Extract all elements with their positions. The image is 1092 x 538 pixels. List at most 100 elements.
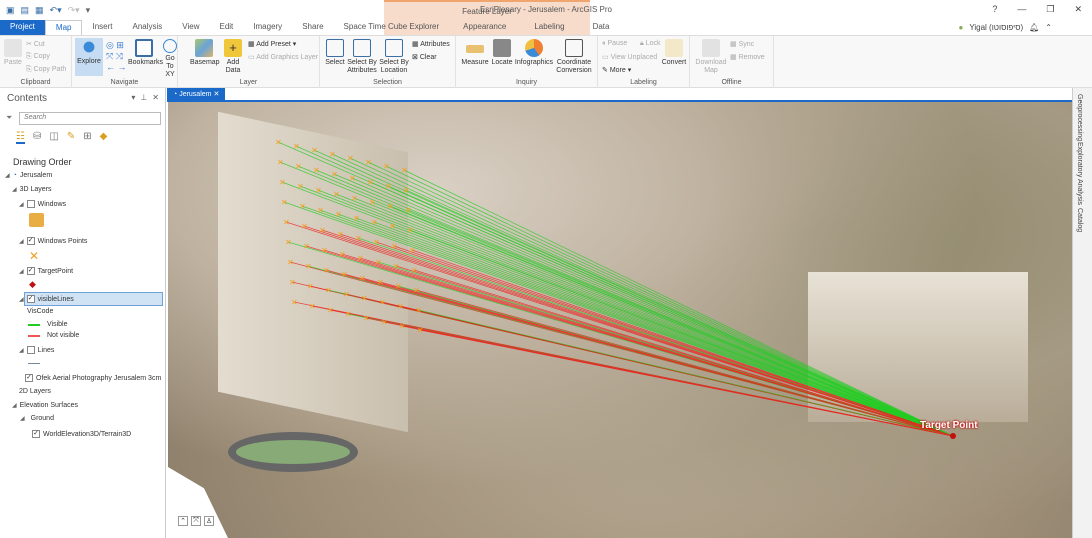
- lock-button[interactable]: 🔒︎ Lock: [640, 40, 660, 48]
- visible-sightline: [417, 309, 954, 437]
- layer-target-point[interactable]: ◢ ✓ TargetPoint: [19, 267, 73, 275]
- convert-button[interactable]: Convert: [660, 39, 688, 67]
- more-button[interactable]: ✎ More ▾: [602, 66, 631, 74]
- full-extent-icon[interactable]: ⤧: [191, 516, 201, 526]
- list-by-labeling-icon[interactable]: ◆: [100, 131, 108, 144]
- map-item-jerusalem[interactable]: ◢ ◔ Jerusalem: [5, 172, 52, 179]
- tab-data[interactable]: Data: [579, 20, 624, 35]
- group-2d-layers[interactable]: 2D Layers: [19, 388, 51, 395]
- collapse-ribbon-icon[interactable]: ⌃: [1045, 23, 1052, 32]
- scene-view[interactable]: ✕ ✕ ✕ ✕ ✕ ✕ ✕ ✕ ✕ ✕ ✕ ✕ ✕ ✕ ✕ ✕ ✕ ✕ ✕ ✕ ✕ ✕ ✕ ✕ ✕ ✕ ✕ ✕ ✕ ✕ ✕ ✕ ✕ ✕ ✕ ✕ ✕ ✕ ✕ ✕…: [168, 102, 1072, 538]
- close-button[interactable]: ✕: [1074, 4, 1082, 15]
- list-by-selection-icon[interactable]: ◫: [49, 131, 58, 144]
- select-button[interactable]: Select: [324, 39, 346, 67]
- pause-button[interactable]: ⏸ Pause: [602, 40, 627, 48]
- tab-space-time-cube-explorer[interactable]: Space Time Cube Explorer: [334, 20, 450, 35]
- tab-jerusalem-map[interactable]: ◔ Jerusalem ✕: [167, 88, 226, 102]
- basemap-button[interactable]: Basemap: [190, 39, 220, 67]
- coordinate-conversion-button[interactable]: Coordinate Conversion: [554, 39, 594, 75]
- user-account[interactable]: Yigal (סיפוסוטו): [969, 23, 1023, 32]
- help-button[interactable]: ?: [992, 4, 997, 15]
- copy-button[interactable]: ⎘ Copy: [26, 53, 50, 61]
- group-navigate: Explore ◎ ⊞ ⤧ ⤨ ← → Bookmarks Go To XY Nav…: [72, 36, 178, 88]
- layer-terrain[interactable]: ✓ WorldElevation3D/Terrain3D: [32, 430, 131, 438]
- tab-imagery[interactable]: Imagery: [243, 20, 292, 35]
- list-by-editing-icon[interactable]: ✎: [67, 131, 75, 144]
- group-3d-layers[interactable]: ◢ 3D Layers: [12, 186, 52, 193]
- pin-icon[interactable]: ⊥: [140, 93, 147, 102]
- window-point-marker: ✕: [361, 294, 368, 303]
- surface-ground[interactable]: ◢ Ground: [20, 415, 54, 422]
- list-by-data-source-icon[interactable]: ⛁: [33, 131, 41, 144]
- pane-menu-icon[interactable]: ▾: [131, 93, 135, 102]
- layer-windows-points[interactable]: ◢ ✓ Windows Points: [19, 237, 87, 245]
- tab-exploratory-analysis[interactable]: Exploratory Analysis: [1076, 142, 1083, 205]
- checkbox[interactable]: [26, 346, 35, 354]
- add-graphics-layer-button[interactable]: ▭ Add Graphics Layer: [248, 53, 318, 61]
- explore-button[interactable]: Explore: [75, 38, 103, 76]
- layer-ofek-aerial[interactable]: ✓ Ofek Aerial Photography Jerusalem 3cm: [25, 374, 161, 382]
- infographics-button[interactable]: Infographics: [514, 39, 554, 67]
- viscode-field-label: VisCode: [27, 308, 54, 315]
- list-by-drawing-order-icon[interactable]: ☷: [16, 131, 25, 144]
- navigator-up-icon[interactable]: ⌃: [178, 516, 188, 526]
- locate-button[interactable]: Locate: [490, 39, 514, 67]
- download-map-button[interactable]: Download Map: [694, 39, 728, 75]
- measure-button[interactable]: Measure: [460, 39, 490, 67]
- tab-analysis[interactable]: Analysis: [122, 20, 172, 35]
- close-tab-icon[interactable]: ✕: [213, 91, 219, 98]
- layer-lines[interactable]: ◢ Lines: [19, 346, 54, 354]
- notifications-icon[interactable]: 🔔︎: [1029, 23, 1039, 32]
- navigation-tools-icons[interactable]: ◎ ⊞ ⤧ ⤨ ← →: [106, 40, 127, 72]
- window-point-marker: ✕: [313, 166, 320, 175]
- layer-windows[interactable]: ◢ Windows: [19, 200, 66, 208]
- attributes-button[interactable]: ▦ Attributes: [412, 40, 450, 48]
- checkbox[interactable]: ✓: [26, 267, 35, 275]
- checkbox[interactable]: ✓: [25, 374, 33, 382]
- layer-visible-lines[interactable]: ◢ ✓ visibleLines: [19, 295, 74, 303]
- copy-path-button[interactable]: ⎘ Copy Path: [26, 66, 66, 74]
- tab-insert[interactable]: Insert: [82, 20, 122, 35]
- restore-button[interactable]: ❐: [1046, 4, 1054, 15]
- search-input[interactable]: Search: [19, 112, 161, 125]
- tab-project[interactable]: Project: [0, 20, 45, 35]
- checkbox[interactable]: ✓: [26, 237, 35, 245]
- window-point-marker: ✕: [397, 302, 404, 311]
- tab-labeling[interactable]: Labeling: [520, 20, 578, 35]
- tab-map[interactable]: Map: [44, 20, 83, 35]
- tab-edit[interactable]: Edit: [209, 20, 243, 35]
- group-elevation-surfaces[interactable]: ◢ Elevation Surfaces: [12, 402, 78, 409]
- window-point-marker: ✕: [371, 218, 378, 227]
- paste-button[interactable]: Paste: [3, 39, 23, 67]
- remove-button[interactable]: ▦ Remove: [730, 53, 765, 61]
- minimize-button[interactable]: —: [1017, 4, 1026, 15]
- tab-appearance[interactable]: Appearance: [449, 20, 520, 35]
- group-inquiry: Measure Locate Infographics Coordinate C…: [456, 36, 598, 88]
- view-unplaced-button[interactable]: ▭ View Unplaced: [602, 53, 657, 61]
- add-data-button[interactable]: + Add Data: [222, 39, 244, 75]
- list-by-snapping-icon[interactable]: ⊞: [83, 131, 91, 144]
- sync-button[interactable]: ▦ Sync: [730, 40, 754, 48]
- checkbox[interactable]: ✓: [32, 430, 40, 438]
- target-point-marker[interactable]: [950, 433, 956, 439]
- close-pane-icon[interactable]: ✕: [152, 93, 159, 102]
- select-by-location-button[interactable]: Select By Location: [378, 39, 410, 75]
- bookmarks-button[interactable]: Bookmarks: [128, 39, 163, 67]
- cut-button[interactable]: ✂ Cut: [26, 40, 45, 48]
- tab-view[interactable]: View: [172, 20, 209, 35]
- add-preset-button[interactable]: ▦ Add Preset ▾: [248, 40, 296, 48]
- window-point-marker: ✕: [367, 178, 374, 187]
- select-by-attributes-button[interactable]: Select By Attributes: [346, 39, 378, 75]
- filter-icon[interactable]: ⏷: [6, 113, 12, 123]
- tab-catalog[interactable]: Catalog: [1076, 208, 1083, 232]
- go-to-xy-button[interactable]: Go To XY: [162, 39, 178, 79]
- tab-share[interactable]: Share: [292, 20, 333, 35]
- tab-geoprocessing[interactable]: Geoprocessing: [1076, 94, 1083, 141]
- checkbox[interactable]: ✓: [26, 295, 35, 303]
- contents-pane: Contents ▾ ⊥ ✕ ⏷ Search ☷ ⛁ ◫ ✎ ⊞ ◆ Drawin…: [0, 88, 166, 538]
- clear-button[interactable]: ⊠ Clear: [412, 53, 437, 61]
- visible-sightline: [369, 181, 954, 437]
- checkbox[interactable]: [26, 200, 35, 208]
- first-person-icon[interactable]: ♙: [204, 516, 214, 526]
- group-offline: Download Map ▦ Sync ▦ Remove Offline: [690, 36, 774, 88]
